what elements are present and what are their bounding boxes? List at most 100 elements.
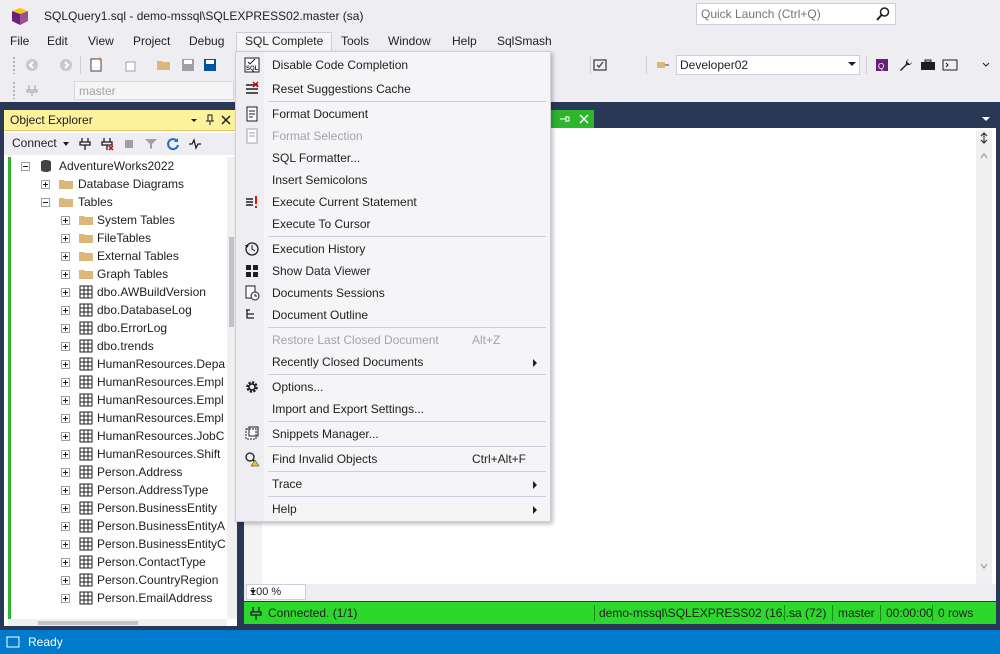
open-folder-icon[interactable] xyxy=(156,57,172,73)
chevron-down-icon[interactable] xyxy=(188,114,200,126)
menu-show-data-viewer[interactable]: Show Data Viewer xyxy=(236,260,550,282)
scroll-down-icon[interactable] xyxy=(979,562,989,570)
tree-node-table[interactable]: Person.EmailAddress xyxy=(11,589,227,607)
expand-icon[interactable] xyxy=(61,270,70,279)
filter-icon[interactable] xyxy=(144,137,158,151)
menu-import-export-settings[interactable]: Import and Export Settings... xyxy=(236,398,550,420)
tree-node-table[interactable]: HumanResources.JobC xyxy=(11,427,227,445)
search-icon[interactable] xyxy=(875,6,891,22)
connect-plug-icon[interactable] xyxy=(78,137,92,151)
expand-icon[interactable] xyxy=(61,396,70,405)
toolbar-grip[interactable] xyxy=(12,56,16,74)
back-icon[interactable] xyxy=(24,57,40,73)
tree-node-table[interactable]: HumanResources.Empl xyxy=(11,373,227,391)
menu-find-invalid-objects[interactable]: Find Invalid Objects Ctrl+Alt+F xyxy=(236,448,550,470)
tree-node-table[interactable]: Person.BusinessEntityA xyxy=(11,517,227,535)
tree-node-table[interactable]: HumanResources.Shift xyxy=(11,445,227,463)
tree-node-table[interactable]: dbo.DatabaseLog xyxy=(11,301,227,319)
scroll-up-icon[interactable] xyxy=(979,152,989,160)
chevron-down-icon[interactable] xyxy=(848,62,856,66)
expand-icon[interactable] xyxy=(61,216,70,225)
connection-icon[interactable] xyxy=(654,57,670,73)
tree-node-table[interactable]: Person.BusinessEntity xyxy=(11,499,227,517)
menu-execute-to-cursor[interactable]: Execute To Cursor xyxy=(236,213,550,235)
menu-reset-suggestions-cache[interactable]: Reset Suggestions Cache xyxy=(236,78,550,100)
wrench-icon[interactable] xyxy=(898,57,914,73)
editor-vertical-scrollbar[interactable] xyxy=(976,130,992,584)
collapse-icon[interactable] xyxy=(41,198,50,207)
quick-launch-box[interactable] xyxy=(696,3,896,25)
object-explorer-header[interactable]: Object Explorer xyxy=(4,110,237,131)
command-window-icon[interactable] xyxy=(942,57,958,73)
expand-icon[interactable] xyxy=(61,540,70,549)
menu-execute-current-statement[interactable]: Execute Current Statement xyxy=(236,191,550,213)
tree-node-table[interactable]: dbo.ErrorLog xyxy=(11,319,227,337)
menu-window[interactable]: Window xyxy=(380,32,439,52)
expand-icon[interactable] xyxy=(61,288,70,297)
menu-insert-semicolons[interactable]: Insert Semicolons xyxy=(236,169,550,191)
expand-icon[interactable] xyxy=(61,432,70,441)
tree-node-table[interactable]: dbo.AWBuildVersion xyxy=(11,283,227,301)
tree-node-table[interactable]: dbo.trends xyxy=(11,337,227,355)
menu-help[interactable]: Help xyxy=(444,32,485,52)
menu-help-submenu[interactable]: Help xyxy=(236,498,550,520)
connect-icon[interactable] xyxy=(24,82,40,98)
disconnect-icon[interactable] xyxy=(100,137,114,151)
menu-documents-sessions[interactable]: Documents Sessions xyxy=(236,282,550,304)
toolbox-icon[interactable] xyxy=(920,57,936,73)
menu-view[interactable]: View xyxy=(80,32,122,52)
toolbar-overflow-icon[interactable] xyxy=(978,57,994,73)
quick-launch-input[interactable] xyxy=(697,4,873,24)
expand-icon[interactable] xyxy=(61,324,70,333)
menu-format-document[interactable]: Format Document xyxy=(236,103,550,125)
tree-node-folder[interactable]: Database Diagrams xyxy=(11,175,227,193)
menu-debug[interactable]: Debug xyxy=(181,32,232,52)
menu-file[interactable]: File xyxy=(2,32,37,52)
tree-node-table[interactable]: HumanResources.Empl xyxy=(11,409,227,427)
expand-icon[interactable] xyxy=(61,558,70,567)
add-item-icon[interactable] xyxy=(124,57,140,73)
menu-project[interactable]: Project xyxy=(125,32,178,52)
expand-icon[interactable] xyxy=(61,450,70,459)
close-icon[interactable] xyxy=(220,114,232,126)
expand-icon[interactable] xyxy=(61,468,70,477)
menu-edit[interactable]: Edit xyxy=(39,32,76,52)
tree-node-folder[interactable]: External Tables xyxy=(11,247,227,265)
split-icon[interactable] xyxy=(979,132,989,144)
screenshot-icon[interactable] xyxy=(592,57,608,73)
expand-icon[interactable] xyxy=(61,486,70,495)
menu-disable-code-completion[interactable]: SQL Disable Code Completion xyxy=(236,54,550,76)
horizontal-scrollbar[interactable] xyxy=(8,619,227,626)
expand-icon[interactable] xyxy=(61,414,70,423)
menu-options[interactable]: Options... xyxy=(236,376,550,398)
menu-document-outline[interactable]: Document Outline xyxy=(236,304,550,326)
tree-node-folder[interactable]: Graph Tables xyxy=(11,265,227,283)
new-project-icon[interactable] xyxy=(88,57,104,73)
tree-node-folder[interactable]: FileTables xyxy=(11,229,227,247)
tree-node-table[interactable]: Person.AddressType xyxy=(11,481,227,499)
menu-sql-formatter[interactable]: SQL Formatter... xyxy=(236,147,550,169)
expand-icon[interactable] xyxy=(61,378,70,387)
scrollbar-thumb[interactable] xyxy=(38,621,138,625)
tree-node-table[interactable]: Person.Address xyxy=(11,463,227,481)
tree-node-folder[interactable]: Tables xyxy=(11,193,227,211)
menu-recently-closed-documents[interactable]: Recently Closed Documents xyxy=(236,351,550,373)
chevron-down-icon[interactable] xyxy=(250,590,256,594)
save-icon[interactable] xyxy=(180,57,196,73)
save-all-icon[interactable] xyxy=(202,57,218,73)
expand-icon[interactable] xyxy=(41,180,50,189)
toolbar-grip[interactable] xyxy=(12,81,16,99)
menu-sql-complete[interactable]: SQL Complete xyxy=(236,32,333,52)
sql-project-icon[interactable]: Q xyxy=(874,57,890,73)
editor-tab[interactable] xyxy=(548,110,594,128)
expand-icon[interactable] xyxy=(61,234,70,243)
expand-icon[interactable] xyxy=(61,576,70,585)
tree-node-database[interactable]: AdventureWorks2022 xyxy=(11,157,227,175)
forward-icon[interactable] xyxy=(58,57,74,73)
expand-icon[interactable] xyxy=(61,360,70,369)
database-combo[interactable]: master xyxy=(74,81,234,100)
stop-icon[interactable] xyxy=(122,137,136,151)
tree-node-folder[interactable]: System Tables xyxy=(11,211,227,229)
collapse-icon[interactable] xyxy=(21,162,30,171)
tree-node-table[interactable]: HumanResources.Empl xyxy=(11,391,227,409)
